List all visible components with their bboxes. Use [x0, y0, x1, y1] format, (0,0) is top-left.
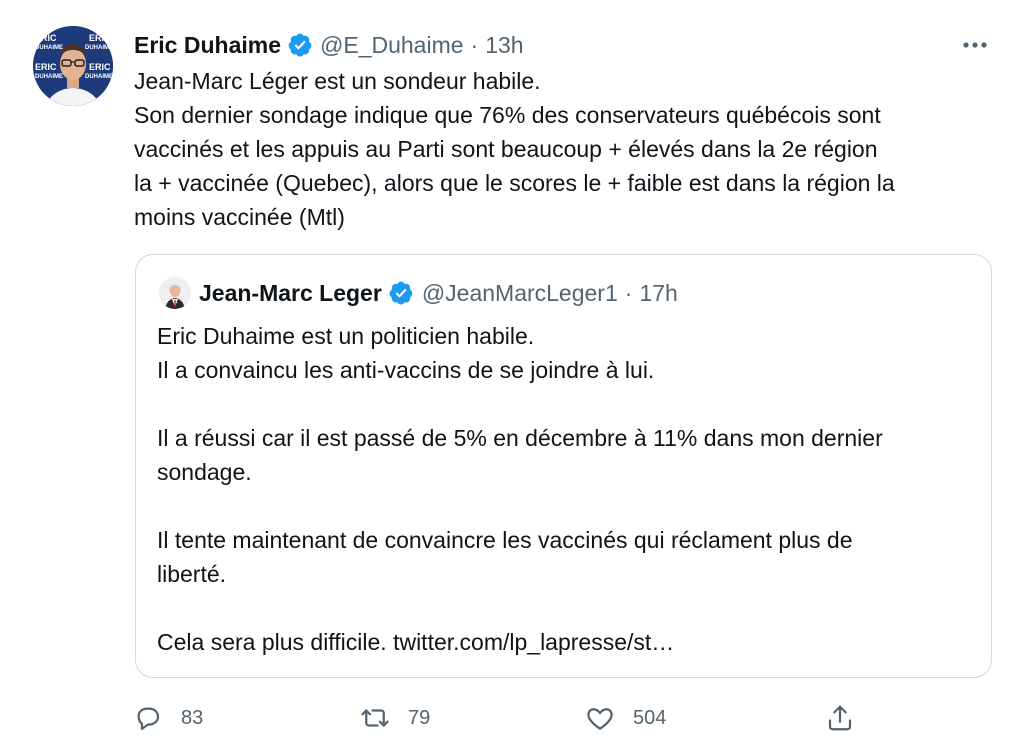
author-handle[interactable]: @E_Duhaime	[320, 32, 464, 59]
tweet-text-line: Son dernier sondage indique que 76% des …	[134, 102, 881, 128]
tweet-header: Eric Duhaime @E_Duhaime · 13h	[134, 28, 524, 62]
like-button[interactable]: 504	[585, 700, 666, 736]
tweet-text: Jean-Marc Léger est un sondeur habile. S…	[134, 64, 994, 234]
avatar-brand-text: ERIC	[89, 33, 111, 43]
author-avatar[interactable]: ERIC DUHAIME ERIC DUHAIME ERIC DUHAIME E…	[33, 26, 113, 106]
quoted-tweet[interactable]: Jean-Marc Leger @JeanMarcLeger1 · 17h Er…	[135, 254, 992, 678]
tweet[interactable]: ERIC DUHAIME ERIC DUHAIME ERIC DUHAIME E…	[0, 0, 1022, 754]
avatar-brand-text: DUHAIME	[85, 45, 113, 51]
more-button[interactable]	[960, 30, 990, 60]
share-button[interactable]	[825, 700, 855, 736]
like-icon	[587, 708, 613, 730]
quote-text-line: Il tente maintenant de convaincre les va…	[157, 527, 853, 553]
quote-text: Eric Duhaime est un politicien habile. I…	[157, 319, 977, 659]
retweet-button[interactable]: 79	[360, 700, 430, 736]
separator-dot: ·	[470, 31, 479, 58]
separator-dot: ·	[624, 279, 633, 306]
verified-badge-icon	[288, 33, 312, 57]
tweet-text-line: Jean-Marc Léger est un sondeur habile.	[134, 68, 541, 94]
quote-text-line: Cela sera plus difficile. twitter.com/lp…	[157, 629, 675, 655]
quote-header: Jean-Marc Leger @JeanMarcLeger1 · 17h	[199, 275, 678, 311]
reply-button[interactable]: 83	[133, 700, 203, 736]
avatar-brand-text: DUHAIME	[35, 74, 63, 80]
tweet-text-line: la + vaccinée (Quebec), alors que le sco…	[134, 170, 895, 196]
quote-author-avatar	[159, 277, 191, 309]
quote-text-line: Il a convaincu les anti-vaccins de se jo…	[157, 357, 655, 383]
quote-author-handle[interactable]: @JeanMarcLeger1	[422, 280, 618, 307]
avatar-brand-text: DUHAIME	[35, 45, 63, 51]
action-bar: 83 79 504	[133, 700, 863, 736]
retweet-icon	[361, 709, 389, 727]
retweet-count: 79	[408, 706, 431, 729]
tweet-text-line: vaccinés et les appuis au Parti sont bea…	[134, 136, 878, 162]
author-name[interactable]: Eric Duhaime	[134, 32, 281, 59]
reply-count: 83	[181, 706, 204, 729]
avatar-brand-text: ERIC	[35, 62, 57, 72]
avatar-brand-text: ERIC	[89, 62, 111, 72]
quote-text-line: liberté.	[157, 561, 227, 587]
quote-text-line: Il a réussi car il est passé de 5% en dé…	[157, 425, 883, 451]
quote-timestamp[interactable]: 17h	[639, 280, 677, 307]
like-count: 504	[633, 706, 667, 729]
quote-author-name[interactable]: Jean-Marc Leger	[199, 280, 382, 307]
avatar-brand-text: ERIC	[35, 33, 57, 43]
avatar-brand-text: DUHAIME	[85, 74, 113, 80]
reply-icon	[137, 707, 160, 730]
share-icon	[828, 705, 852, 731]
quote-text-line: sondage.	[157, 459, 252, 485]
tweet-text-line: moins vaccinée (Mtl)	[134, 204, 345, 230]
timestamp[interactable]: 13h	[485, 32, 523, 59]
quote-text-line: Eric Duhaime est un politicien habile.	[157, 323, 535, 349]
verified-badge-icon	[389, 281, 413, 305]
more-icon	[963, 42, 987, 48]
